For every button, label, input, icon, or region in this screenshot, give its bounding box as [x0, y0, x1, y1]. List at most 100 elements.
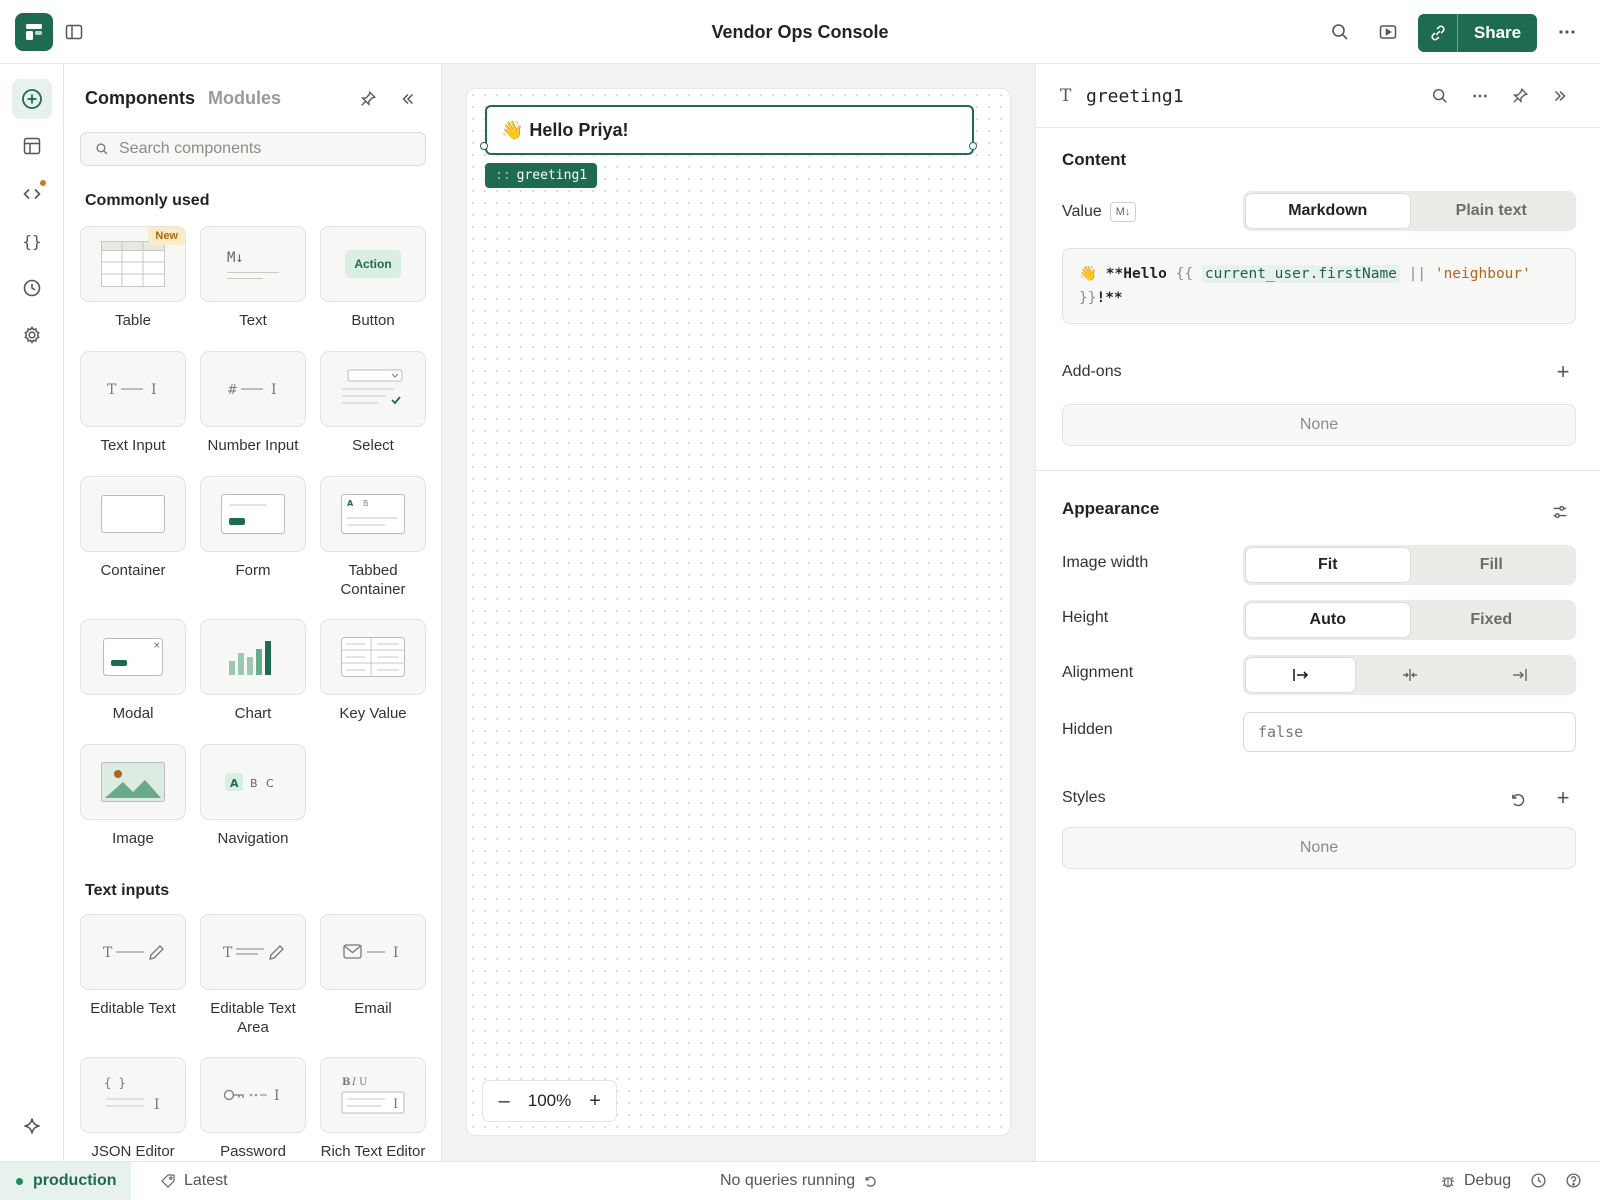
refresh-icon[interactable] — [863, 1174, 878, 1189]
component-tile-image[interactable]: Image — [79, 744, 187, 848]
left-rail: {} — [0, 64, 64, 1161]
alignment-toggle — [1243, 655, 1576, 695]
chart-icon — [229, 641, 271, 675]
tabbed-container-icon: AB — [341, 494, 405, 534]
environment-selector[interactable]: production — [0, 1162, 131, 1200]
component-tile-button[interactable]: Action Button — [319, 226, 427, 330]
component-tile-key-value[interactable]: Key Value — [319, 619, 427, 723]
help-icon[interactable] — [1565, 1172, 1582, 1189]
component-label: Button — [351, 312, 395, 329]
styles-label: Styles — [1062, 789, 1106, 806]
components-panel: Components Modules Commonly used New Tab… — [64, 64, 442, 1161]
search-icon[interactable] — [1326, 18, 1354, 46]
add-style-button[interactable]: + — [1551, 785, 1575, 810]
copy-link-icon[interactable] — [1418, 14, 1458, 52]
svg-text:{ }: { } — [104, 1076, 126, 1090]
svg-text:I: I — [393, 945, 399, 961]
component-tile-tabbed-container[interactable]: AB Tabbed Container — [319, 476, 427, 599]
add-addon-button[interactable]: + — [1551, 359, 1575, 384]
component-tile-modal[interactable]: × Modal — [79, 619, 187, 723]
settings-gear-icon[interactable] — [12, 315, 52, 355]
mode-option-markdown[interactable]: Markdown — [1246, 194, 1410, 228]
hidden-input[interactable]: false — [1243, 712, 1576, 752]
component-tile-editable-text[interactable]: T Editable Text — [79, 914, 187, 1018]
code-variable: current_user.firstName — [1201, 265, 1400, 283]
drag-grip-icon[interactable]: :: — [495, 168, 511, 183]
app-canvas[interactable]: 👋 Hello Priya! :: greeting1 – 100% + — [466, 88, 1011, 1136]
tab-components[interactable]: Components — [85, 88, 195, 109]
assist-sparkle-icon[interactable] — [12, 1106, 52, 1146]
new-badge: New — [148, 227, 185, 245]
state-braces-icon[interactable]: {} — [12, 221, 52, 261]
app-logo[interactable] — [15, 13, 53, 51]
history-icon[interactable] — [12, 268, 52, 308]
collapse-inspector-icon[interactable] — [1546, 82, 1574, 110]
collapse-panel-icon[interactable] — [395, 86, 421, 112]
component-tile-rich-text-editor[interactable]: BIUI Rich Text Editor — [319, 1057, 427, 1161]
image-width-option-fit[interactable]: Fit — [1246, 548, 1410, 582]
text-markdown-icon: M↓ — [227, 250, 279, 279]
component-name-tag[interactable]: :: greeting1 — [485, 163, 598, 188]
component-label: Container — [100, 562, 166, 579]
svg-text:I: I — [393, 1097, 398, 1112]
component-tile-text[interactable]: M↓ Text — [199, 226, 307, 330]
inspector-component-name[interactable]: greeting1 — [1086, 86, 1184, 107]
pin-icon[interactable] — [1506, 82, 1534, 110]
section-title-content: Content — [1062, 150, 1127, 169]
greeting-component[interactable]: 👋 Hello Priya! — [485, 105, 974, 155]
height-option-auto[interactable]: Auto — [1246, 603, 1410, 637]
toggle-sidebar-icon[interactable] — [60, 18, 88, 46]
component-tile-form[interactable]: Form — [199, 476, 307, 580]
value-code-editor[interactable]: 👋 **Hello {{ current_user.firstName || '… — [1062, 248, 1576, 324]
history-icon[interactable] — [1530, 1172, 1547, 1189]
align-right-icon — [1512, 669, 1527, 681]
component-tile-navigation[interactable]: ABC Navigation — [199, 744, 307, 848]
more-options-icon[interactable] — [1466, 82, 1494, 110]
search-components[interactable] — [80, 132, 426, 166]
more-options-icon[interactable] — [1553, 18, 1581, 46]
version-selector[interactable]: Latest — [160, 1172, 228, 1190]
appearance-settings-sliders-icon[interactable] — [1546, 498, 1574, 526]
search-input[interactable] — [119, 140, 409, 158]
tag-icon — [161, 1174, 175, 1188]
component-tile-json-editor[interactable]: { } I JSON Editor — [79, 1057, 187, 1161]
rich-text-editor-icon: B I UI — [341, 1077, 405, 1114]
number-input-icon: # I — [227, 382, 277, 398]
component-tile-container[interactable]: Container — [79, 476, 187, 580]
component-tile-editable-text-area[interactable]: T Editable Text Area — [199, 914, 307, 1037]
resize-handle-right[interactable] — [969, 142, 977, 150]
component-tile-chart[interactable]: Chart — [199, 619, 307, 723]
align-center-option[interactable] — [1355, 658, 1464, 692]
layout-icon[interactable] — [12, 126, 52, 166]
tab-modules[interactable]: Modules — [208, 88, 281, 109]
component-tile-text-input[interactable]: TI Text Input — [79, 351, 187, 455]
component-tile-number-input[interactable]: # I Number Input — [199, 351, 307, 455]
mode-option-plain-text[interactable]: Plain text — [1410, 194, 1574, 228]
component-tile-select[interactable]: Select — [319, 351, 427, 455]
code-icon[interactable] — [12, 174, 52, 214]
form-icon — [221, 494, 285, 534]
image-icon — [101, 762, 165, 802]
component-tile-email[interactable]: I Email — [319, 914, 427, 1018]
share-button[interactable]: Share — [1418, 14, 1537, 52]
align-left-option[interactable] — [1246, 658, 1355, 692]
resize-handle-left[interactable] — [480, 142, 488, 150]
component-tile-password[interactable]: I Password — [199, 1057, 307, 1161]
component-label: Chart — [234, 705, 272, 722]
zoom-out-button[interactable]: – — [495, 1090, 513, 1113]
search-icon[interactable] — [1426, 82, 1454, 110]
align-right-option[interactable] — [1464, 658, 1573, 692]
zoom-in-button[interactable]: + — [586, 1090, 604, 1113]
addons-label: Add-ons — [1062, 363, 1122, 380]
height-option-fixed[interactable]: Fixed — [1410, 603, 1574, 637]
reset-styles-icon[interactable] — [1504, 786, 1532, 814]
align-center-icon — [1402, 669, 1417, 681]
debug-button[interactable]: Debug — [1440, 1172, 1511, 1190]
add-component-icon[interactable] — [12, 79, 52, 119]
code-brace-close: }} — [1079, 290, 1097, 306]
code-bold-open: **Hello — [1105, 266, 1167, 282]
component-tile-table[interactable]: New Table — [79, 226, 187, 330]
pin-icon[interactable] — [355, 86, 381, 112]
image-width-option-fill[interactable]: Fill — [1410, 548, 1574, 582]
preview-icon[interactable] — [1374, 18, 1402, 46]
